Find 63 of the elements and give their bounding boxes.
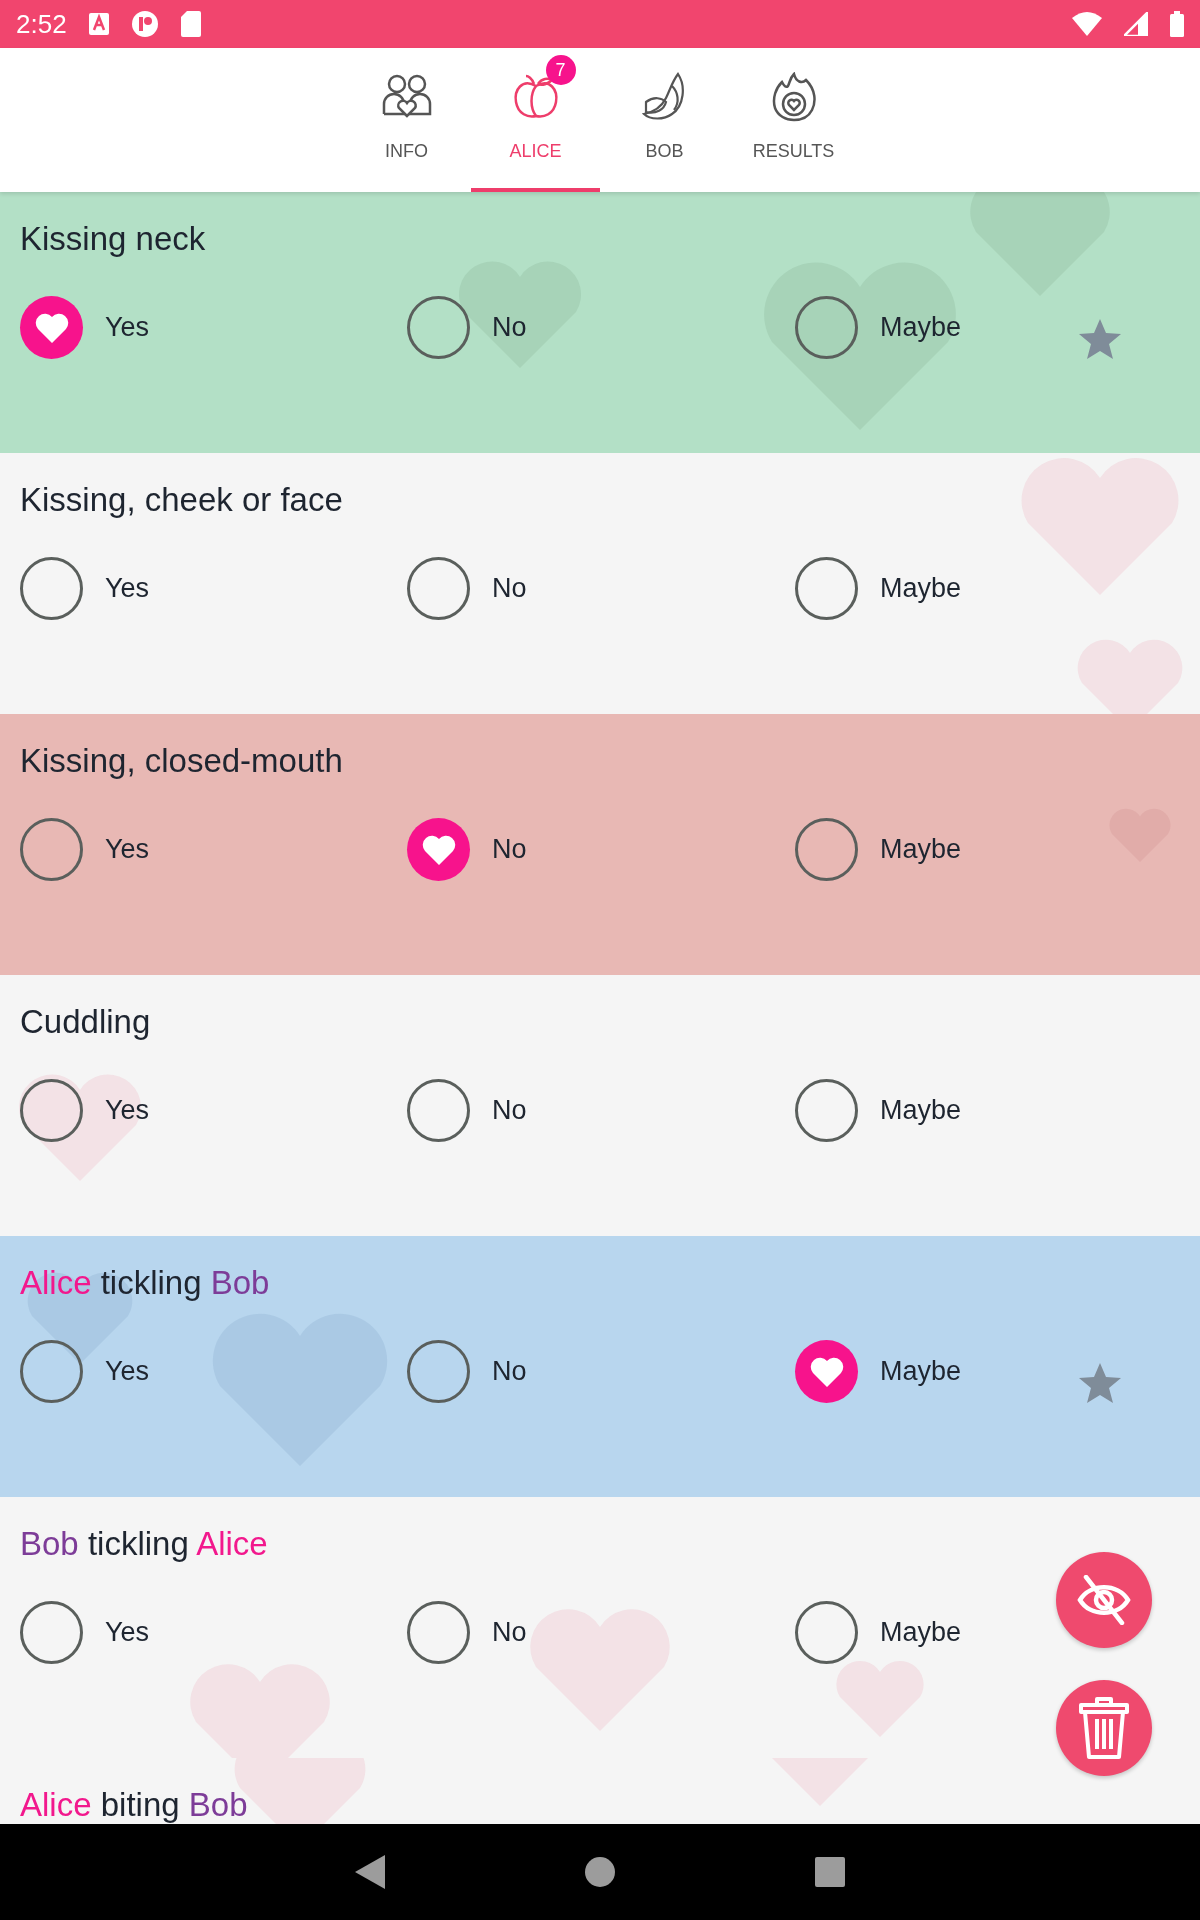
radio-button[interactable] [20,557,83,620]
radio-button[interactable] [407,296,470,359]
heart-icon [421,834,456,865]
answer-option[interactable]: No [407,1601,527,1664]
count-badge: 7 [545,55,576,85]
radio-button[interactable] [407,1601,470,1664]
answer-option[interactable]: No [407,818,527,881]
sd-card-icon [180,11,201,37]
star-icon[interactable] [1078,1362,1122,1404]
answer-option[interactable]: Maybe [795,1340,962,1403]
radio-button[interactable] [20,1601,83,1664]
radio-button[interactable] [795,1601,858,1664]
people-heart-icon [381,74,432,120]
radio-button[interactable] [20,1340,83,1403]
home-icon[interactable] [585,1857,615,1887]
eye-off-icon [1076,1575,1132,1625]
question-title: Alice tickling Bob [20,1264,270,1302]
radio-button[interactable] [407,557,470,620]
peach-icon [511,74,560,120]
answer-option[interactable]: Maybe [795,1601,962,1664]
answer-option[interactable]: Maybe [795,557,962,620]
tab[interactable]: RESULTS [729,48,858,192]
heart-icon [809,1356,844,1387]
answer-option[interactable]: No [407,557,527,620]
heart-icon [34,312,69,343]
status-time: 2:52 [16,8,67,40]
question-title: Alice biting Bob [20,1786,248,1824]
radio-button[interactable] [795,1079,858,1142]
tab[interactable]: BOB [600,48,729,192]
answer-option[interactable]: Maybe [795,818,962,881]
answer-option[interactable]: Maybe [795,296,962,359]
answer-option[interactable]: Yes [20,557,150,620]
wifi-icon [1072,12,1102,36]
flame-heart-icon [771,72,816,122]
back-icon[interactable] [355,1855,385,1889]
question-title: Cuddling [20,1003,151,1041]
answer-option[interactable]: Yes [20,296,150,359]
question-title: Kissing, cheek or face [20,481,343,519]
radio-button[interactable] [20,1079,83,1142]
radio-button[interactable] [20,818,83,881]
radio-button[interactable] [407,1079,470,1142]
radio-button[interactable] [795,296,858,359]
trash-icon [1079,1697,1129,1759]
answer-option[interactable]: No [407,296,527,359]
signal-icon [1124,12,1148,36]
question-title: Kissing neck [20,220,206,258]
battery-icon [1170,11,1184,37]
answer-option[interactable]: Yes [20,818,150,881]
radio-button[interactable] [407,1340,470,1403]
answer-option[interactable]: Maybe [795,1079,962,1142]
answer-option[interactable]: No [407,1340,527,1403]
radio-button[interactable] [795,818,858,881]
answer-option[interactable]: No [407,1079,527,1142]
app-notification-icon [88,13,109,35]
answer-option[interactable]: Yes [20,1340,150,1403]
star-icon[interactable] [1078,318,1122,360]
answer-option[interactable]: Yes [20,1079,150,1142]
question-title: Bob tickling Alice [20,1525,268,1563]
question-title: Kissing, closed-mouth [20,742,343,780]
answer-option[interactable]: Yes [20,1601,150,1664]
radio-button[interactable] [795,557,858,620]
app-notification-icon [130,10,159,38]
tab[interactable]: INFO [342,48,471,192]
